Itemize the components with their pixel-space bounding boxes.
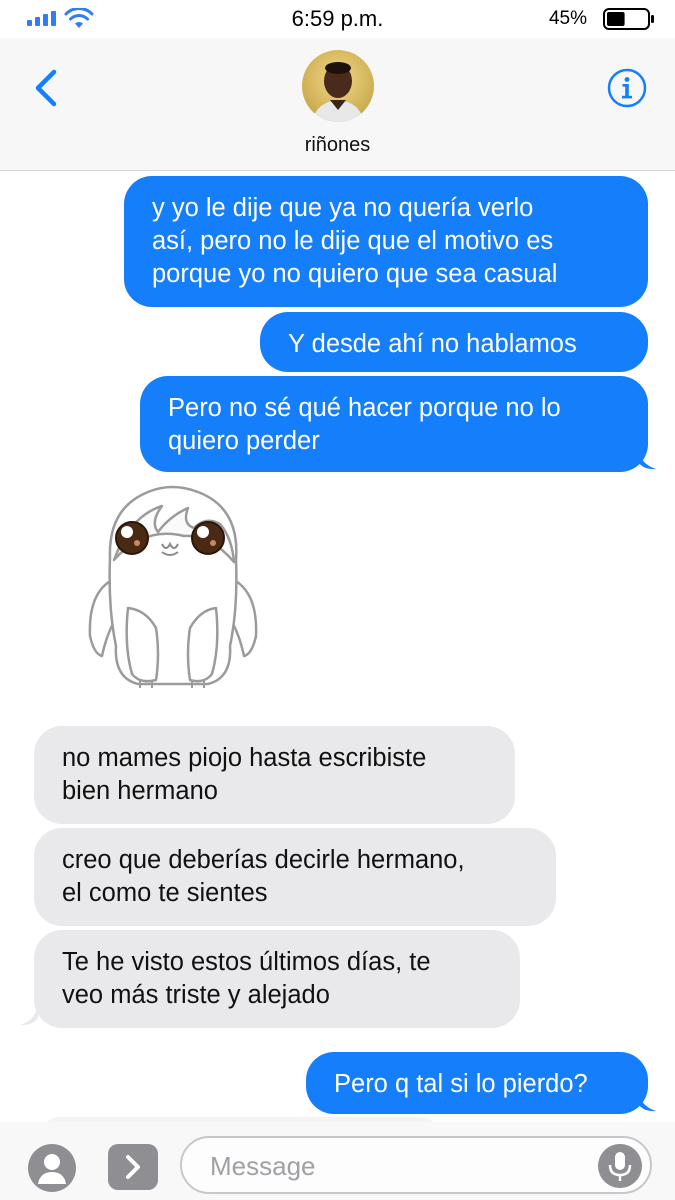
battery-icon <box>603 8 654 30</box>
message-line: el como te sientes <box>62 879 268 907</box>
message-bubble-outgoing[interactable]: Pero q tal si lo pierdo? <box>306 1052 648 1114</box>
message-bubble-outgoing[interactable]: Y desde ahí no hablamos <box>260 312 648 372</box>
back-chevron-icon[interactable] <box>30 66 66 110</box>
message-bubble-incoming[interactable]: Te he visto estos últimos días, te veo m… <box>34 930 520 1028</box>
message-bubble-incoming[interactable]: creo que deberías decirle hermano, el co… <box>34 828 556 926</box>
message-bubble-incoming[interactable]: no mames piojo hasta escribiste bien her… <box>34 726 515 824</box>
microphone-icon[interactable] <box>598 1144 642 1188</box>
message-field[interactable] <box>180 1136 652 1194</box>
info-icon[interactable] <box>607 68 647 108</box>
message-bubble-outgoing[interactable]: Pero no sé qué hacer porque no lo quiero… <box>140 376 648 472</box>
message-line: bien hermano <box>62 777 218 805</box>
bubble-tail <box>20 1004 38 1026</box>
message-line: Te he visto estos últimos días, te <box>62 948 431 976</box>
message-line: Pero q tal si lo pierdo? <box>334 1070 588 1098</box>
message-input[interactable] <box>208 1148 592 1184</box>
message-line: no mames piojo hasta escribiste <box>62 744 427 772</box>
message-line: veo más triste y alejado <box>62 981 330 1009</box>
app-store-icon[interactable] <box>108 1144 158 1190</box>
battery-percent: 45% <box>548 8 587 29</box>
conversation-header: riñones <box>0 38 675 171</box>
messages-screen: 6:59 p.m. 45% riñones y yo le dije que y… <box>0 0 675 1200</box>
camera-icon[interactable] <box>28 1144 76 1192</box>
message-line: quiero perder <box>168 427 320 455</box>
contact-name[interactable]: riñones <box>0 134 675 157</box>
contact-avatar[interactable] <box>302 50 374 122</box>
message-line: Y desde ahí no hablamos <box>288 330 577 358</box>
message-line: así, pero no le dije que el motivo es <box>152 227 554 255</box>
message-line: Pero no sé qué hacer porque no lo <box>168 394 561 422</box>
message-bubble-outgoing[interactable]: y yo le dije que ya no quería verlo así,… <box>124 176 648 307</box>
sad-white-creature-sticker[interactable] <box>80 478 265 693</box>
bubble-tail <box>638 1090 656 1112</box>
bubble-tail <box>638 448 656 470</box>
message-line: y yo le dije que ya no quería verlo <box>152 194 534 222</box>
message-line: creo que deberías decirle hermano, <box>62 846 465 874</box>
status-bar: 6:59 p.m. 45% <box>0 0 675 38</box>
message-line: porque yo no quiero que sea casual <box>152 260 558 288</box>
